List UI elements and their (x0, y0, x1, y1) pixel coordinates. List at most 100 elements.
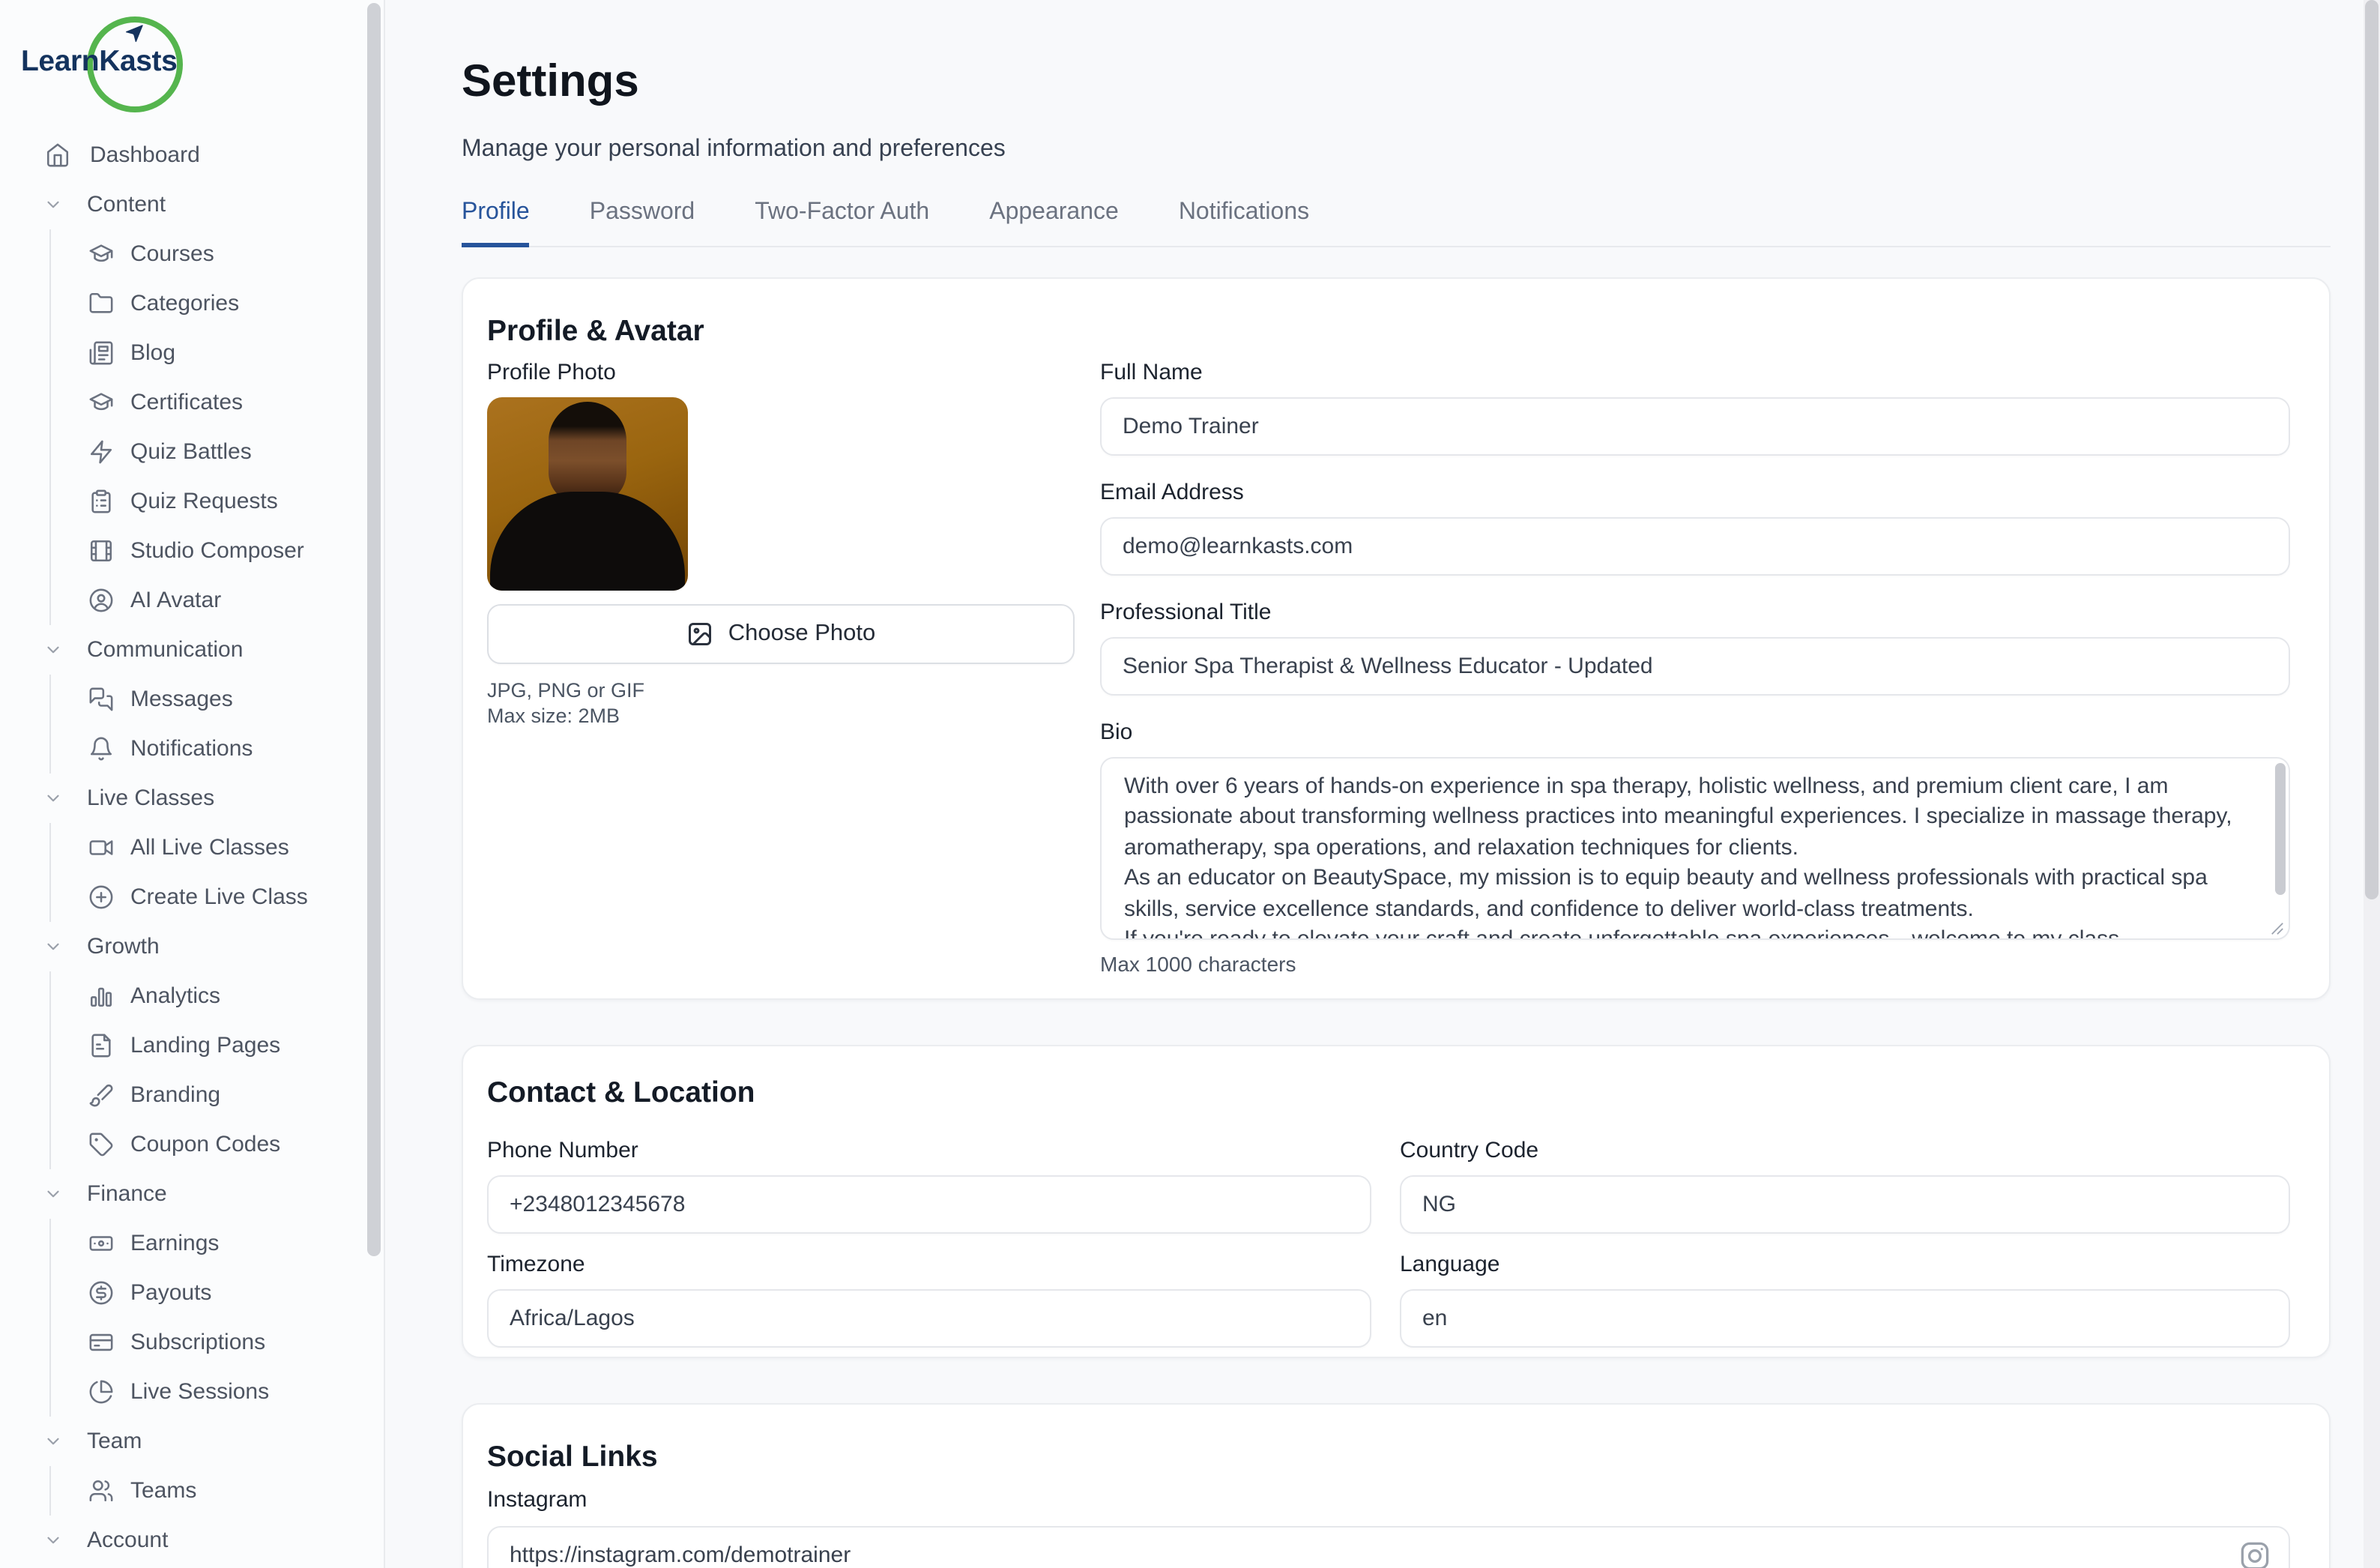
sidebar-item-label: Live Sessions (130, 1379, 269, 1405)
instagram-url-field[interactable] (487, 1526, 2290, 1568)
sidebar-group-communication[interactable]: Communication (0, 625, 384, 675)
professional-title-field[interactable] (1100, 637, 2290, 696)
full-name-field[interactable] (1100, 397, 2290, 456)
timezone-label: Timezone (487, 1252, 1371, 1279)
bio-scrollbar[interactable] (2275, 763, 2286, 895)
sidebar-item-ai-avatar[interactable]: AI Avatar (51, 576, 384, 625)
sidebar-item-label: Coupon Codes (130, 1132, 280, 1157)
banknote-icon (88, 1231, 114, 1256)
sidebar-item-payouts[interactable]: Payouts (51, 1268, 384, 1318)
email-field[interactable] (1100, 517, 2290, 576)
file-text-icon (88, 1033, 114, 1058)
tab-appearance[interactable]: Appearance (989, 199, 1119, 247)
instagram-icon (2239, 1540, 2271, 1568)
sidebar-group-label: Communication (87, 637, 243, 663)
timezone-field[interactable] (487, 1289, 1371, 1348)
language-field[interactable] (1400, 1289, 2290, 1348)
page-scrollbar-thumb[interactable] (2365, 0, 2379, 899)
sidebar-group-live-classes[interactable]: Live Classes (0, 774, 384, 823)
country-code-label: Country Code (1400, 1138, 2290, 1165)
sidebar-item-blog[interactable]: Blog (51, 328, 384, 378)
sidebar-item-quiz-requests[interactable]: Quiz Requests (51, 477, 384, 526)
sidebar-subgroup-live-classes: All Live Classes Create Live Class (49, 823, 384, 922)
sidebar-item-courses[interactable]: Courses (51, 229, 384, 279)
card-title: Social Links (487, 1441, 2290, 1475)
chevron-down-icon (43, 1184, 63, 1204)
choose-photo-button[interactable]: Choose Photo (487, 604, 1075, 664)
contact-location-card: Contact & Location Phone Number Country … (462, 1045, 2331, 1358)
bio-textarea[interactable]: With over 6 years of hands-on experience… (1100, 757, 2290, 940)
bio-max-hint: Max 1000 characters (1100, 950, 2290, 977)
sidebar-group-account[interactable]: Account (0, 1516, 384, 1565)
sidebar-item-categories[interactable]: Categories (51, 279, 384, 328)
sidebar-group-content[interactable]: Content (0, 180, 384, 229)
sidebar-group-team[interactable]: Team (0, 1417, 384, 1466)
sidebar-item-earnings[interactable]: Earnings (51, 1219, 384, 1268)
sidebar-item-label: Messages (130, 687, 233, 712)
sidebar-group-label: Growth (87, 934, 160, 959)
photo-format-hint: JPG, PNG or GIF (487, 678, 1075, 703)
sidebar-group-finance[interactable]: Finance (0, 1169, 384, 1219)
sidebar-item-teams[interactable]: Teams (51, 1466, 384, 1516)
sidebar-item-dashboard[interactable]: Dashboard (0, 130, 384, 180)
tab-notifications[interactable]: Notifications (1179, 199, 1309, 247)
dollar-circle-icon (88, 1280, 114, 1306)
choose-photo-label: Choose Photo (728, 621, 876, 648)
sidebar-group-label: Finance (87, 1181, 167, 1207)
paintbrush-icon (88, 1082, 114, 1108)
sidebar-item-all-live-classes[interactable]: All Live Classes (51, 823, 384, 872)
sidebar-item-landing-pages[interactable]: Landing Pages (51, 1021, 384, 1070)
sidebar-item-label: Branding (130, 1082, 220, 1108)
bell-icon (88, 736, 114, 762)
tab-profile[interactable]: Profile (462, 199, 530, 247)
profile-fields-column: Full Name Email Address Professional Tit… (1100, 360, 2290, 977)
page-subtitle: Manage your personal information and pre… (462, 133, 2331, 165)
email-label: Email Address (1100, 480, 2290, 507)
graduation-cap-icon (88, 241, 114, 267)
sidebar-item-live-sessions[interactable]: Live Sessions (51, 1367, 384, 1417)
professional-title-label: Professional Title (1100, 600, 2290, 627)
sidebar-item-subscriptions[interactable]: Subscriptions (51, 1318, 384, 1367)
sidebar-item-label: Subscriptions (130, 1330, 265, 1355)
sidebar-item-quiz-battles[interactable]: Quiz Battles (51, 427, 384, 477)
clipboard-list-icon (88, 489, 114, 514)
pie-chart-icon (88, 1379, 114, 1405)
sidebar-subgroup-finance: Earnings Payouts Subscriptions Live Sess… (49, 1219, 384, 1417)
resize-handle-icon[interactable] (2271, 922, 2284, 935)
sidebar-group-growth[interactable]: Growth (0, 922, 384, 971)
plus-circle-icon (88, 884, 114, 910)
film-icon (88, 538, 114, 564)
main-content: Settings Manage your personal informatio… (385, 0, 2380, 1568)
bio-label: Bio (1100, 720, 2290, 747)
app-root: LearnKasts Dashboard Content Courses Cat… (0, 0, 2380, 1568)
sidebar-item-studio-composer[interactable]: Studio Composer (51, 526, 384, 576)
brand-logo[interactable]: LearnKasts (0, 0, 384, 130)
sidebar-item-analytics[interactable]: Analytics (51, 971, 384, 1021)
chevron-down-icon (43, 1531, 63, 1550)
video-icon (88, 835, 114, 860)
phone-number-field[interactable] (487, 1175, 1371, 1234)
tab-password[interactable]: Password (590, 199, 695, 247)
sidebar-item-messages[interactable]: Messages (51, 675, 384, 724)
sidebar-item-create-live-class[interactable]: Create Live Class (51, 872, 384, 922)
sidebar-item-label: All Live Classes (130, 835, 289, 860)
country-code-field[interactable] (1400, 1175, 2290, 1234)
sidebar-item-branding[interactable]: Branding (51, 1070, 384, 1120)
sidebar-item-label: Notifications (130, 736, 253, 762)
user-circle-icon (88, 588, 114, 613)
sidebar-item-certificates[interactable]: Certificates (51, 378, 384, 427)
photo-column: Profile Photo Choose Photo JPG, PNG or G… (487, 360, 1075, 977)
chevron-down-icon (43, 1432, 63, 1451)
page-scrollbar[interactable] (2364, 0, 2380, 1568)
sidebar-item-label: Dashboard (90, 142, 200, 168)
photo-figure (490, 492, 685, 591)
sidebar-item-label: Teams (130, 1478, 196, 1504)
sidebar-item-label: Analytics (130, 983, 220, 1009)
tab-two-factor-auth[interactable]: Two-Factor Auth (755, 199, 929, 247)
sidebar-group-label: Content (87, 192, 166, 217)
photo-size-hint: Max size: 2MB (487, 703, 1075, 729)
sidebar-item-coupon-codes[interactable]: Coupon Codes (51, 1120, 384, 1169)
sidebar-item-label: Courses (130, 241, 214, 267)
sidebar-item-notifications[interactable]: Notifications (51, 724, 384, 774)
sidebar-scrollbar[interactable] (367, 3, 381, 1256)
